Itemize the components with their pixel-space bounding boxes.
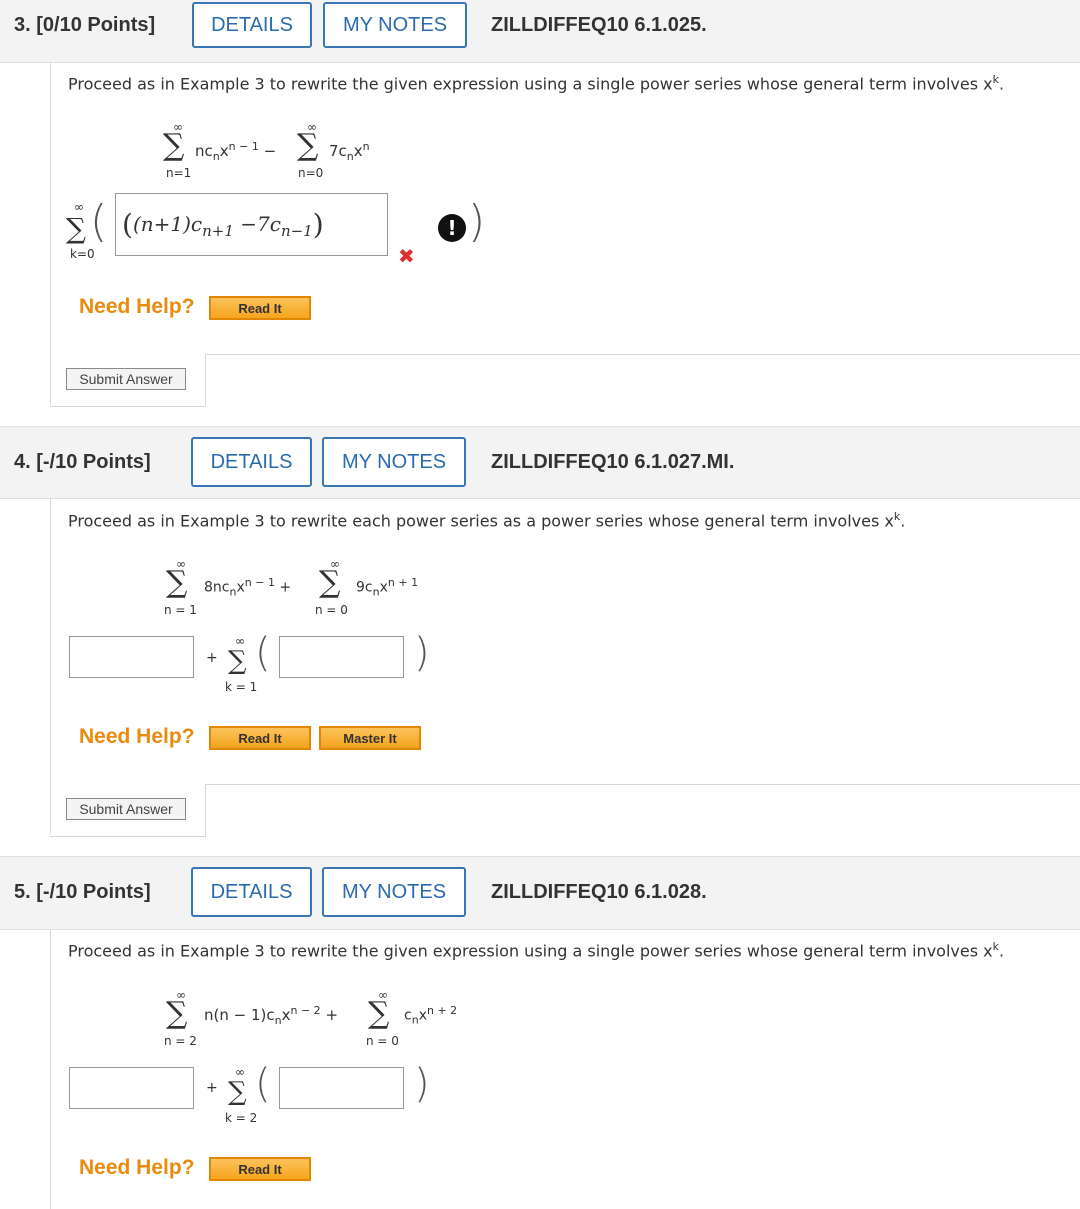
details-button[interactable]: DETAILS bbox=[192, 2, 312, 48]
sigma-icon: ∑ bbox=[66, 212, 86, 245]
read-it-button[interactable]: Read It bbox=[209, 726, 311, 750]
details-button[interactable]: DETAILS bbox=[191, 437, 312, 487]
sigma-icon: ∑ bbox=[297, 128, 319, 163]
sum-lower-limit: k = 2 bbox=[225, 1111, 258, 1125]
read-it-button[interactable]: Read It bbox=[209, 1157, 311, 1181]
sum-lower-limit: n = 0 bbox=[366, 1034, 399, 1048]
term-7cnxn: 7cnxn bbox=[329, 140, 370, 163]
question-3-prompt: Proceed as in Example 3 to rewrite the g… bbox=[68, 73, 1005, 94]
question-5-body bbox=[50, 929, 1080, 1209]
sum-lower-limit: n=1 bbox=[166, 166, 192, 180]
read-it-button[interactable]: Read It bbox=[209, 296, 311, 320]
submit-answer-button[interactable]: Submit Answer bbox=[66, 368, 186, 390]
answer-input-2[interactable] bbox=[279, 636, 404, 678]
right-paren: ) bbox=[414, 630, 430, 676]
submit-answer-button[interactable]: Submit Answer bbox=[66, 798, 186, 820]
plus-sign: + bbox=[206, 650, 218, 666]
sigma-icon: ∑ bbox=[166, 565, 188, 600]
sigma-icon: ∑ bbox=[228, 1077, 247, 1107]
divider bbox=[206, 784, 1080, 785]
sum-lower-limit: k = 1 bbox=[225, 680, 258, 694]
question-3-title: 3. [0/10 Points] bbox=[14, 14, 156, 36]
details-button[interactable]: DETAILS bbox=[191, 867, 312, 917]
left-paren: ( bbox=[255, 1061, 271, 1107]
question-5-title: 5. [-/10 Points] bbox=[14, 881, 151, 903]
question-5-prompt: Proceed as in Example 3 to rewrite the g… bbox=[68, 940, 1005, 961]
need-help-label: Need Help? bbox=[79, 295, 195, 318]
answer-input-2[interactable] bbox=[279, 1067, 404, 1109]
question-5-code: ZILLDIFFEQ10 6.1.028. bbox=[491, 881, 707, 903]
incorrect-x-icon: ✖ bbox=[398, 244, 415, 268]
term-9cnxn+1: 9cnxn + 1 bbox=[356, 576, 419, 599]
my-notes-button[interactable]: MY NOTES bbox=[323, 2, 467, 48]
submit-area: Submit Answer bbox=[50, 354, 206, 407]
term-8ncnxn-1: 8ncnxn − 1 + bbox=[204, 576, 292, 599]
term-nn-1cnxn-2: n(n − 1)cnxn − 2 + bbox=[204, 1004, 339, 1027]
question-4-code: ZILLDIFFEQ10 6.1.027.MI. bbox=[491, 451, 735, 473]
question-4-title: 4. [-/10 Points] bbox=[14, 451, 151, 473]
alert-icon[interactable]: ! bbox=[438, 214, 466, 242]
sigma-icon: ∑ bbox=[166, 996, 188, 1031]
answer-input[interactable]: ((n+1)cn+1 −7cn−1) bbox=[115, 193, 388, 256]
need-help-label: Need Help? bbox=[79, 725, 195, 748]
need-help-label: Need Help? bbox=[79, 1156, 195, 1179]
right-paren: ) bbox=[468, 196, 486, 247]
left-paren: ( bbox=[255, 630, 271, 676]
sigma-icon: ∑ bbox=[368, 996, 390, 1031]
master-it-button[interactable]: Master It bbox=[319, 726, 421, 750]
sum-lower-limit: n = 0 bbox=[315, 603, 348, 617]
divider bbox=[206, 354, 1080, 355]
sigma-icon: ∑ bbox=[319, 565, 341, 600]
sum-lower-limit: n = 2 bbox=[164, 1034, 197, 1048]
answer-input-1[interactable] bbox=[69, 1067, 194, 1109]
sum-lower-limit: k=0 bbox=[70, 247, 95, 261]
question-3-code: ZILLDIFFEQ10 6.1.025. bbox=[491, 14, 707, 36]
sigma-icon: ∑ bbox=[163, 128, 185, 163]
submit-area: Submit Answer bbox=[50, 784, 206, 837]
term-ncnxn-1: ncnxn − 1 − bbox=[195, 140, 277, 163]
sum-lower-limit: n=0 bbox=[298, 166, 324, 180]
plus-sign: + bbox=[206, 1080, 218, 1096]
answer-input-1[interactable] bbox=[69, 636, 194, 678]
term-cnxn+2: cnxn + 2 bbox=[404, 1004, 458, 1027]
answer-value: ((n+1)cn+1 −7cn−1) bbox=[122, 208, 324, 241]
my-notes-button[interactable]: MY NOTES bbox=[322, 867, 466, 917]
my-notes-button[interactable]: MY NOTES bbox=[322, 437, 466, 487]
sum-lower-limit: n = 1 bbox=[164, 603, 197, 617]
right-paren: ) bbox=[414, 1061, 430, 1107]
left-paren: ( bbox=[90, 196, 108, 247]
question-4-prompt: Proceed as in Example 3 to rewrite each … bbox=[68, 510, 906, 531]
sigma-icon: ∑ bbox=[228, 646, 247, 676]
